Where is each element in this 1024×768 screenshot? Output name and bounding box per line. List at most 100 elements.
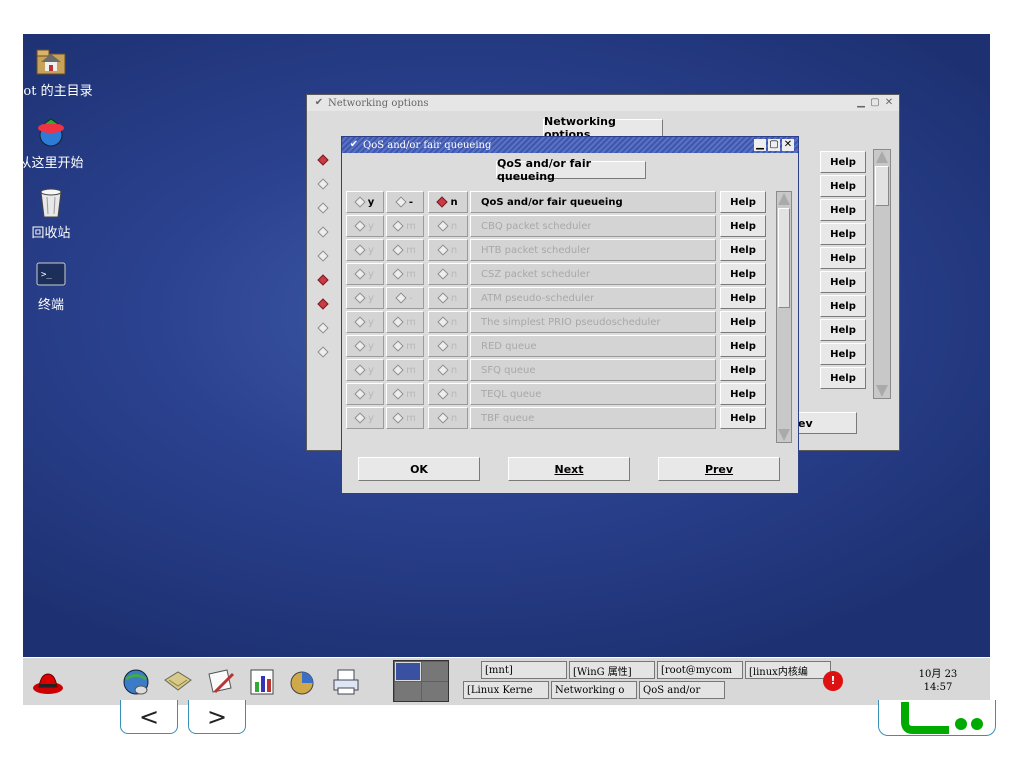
option-m-radio[interactable]: m — [386, 311, 424, 333]
scroll-up-icon[interactable] — [778, 193, 790, 205]
radio-diamond-icon[interactable] — [392, 364, 404, 376]
help-button[interactable]: Help — [820, 295, 866, 317]
vertical-scrollbar[interactable] — [873, 149, 891, 399]
minimize-icon[interactable]: ▁ — [754, 139, 766, 151]
back-nav-button[interactable]: < — [120, 700, 178, 734]
radio-diamond-icon[interactable] — [392, 220, 404, 232]
presentation-icon[interactable] — [287, 666, 321, 698]
option-y-radio[interactable]: y — [346, 263, 384, 285]
option-n-radio[interactable]: n — [428, 383, 468, 405]
radio-diamond-icon[interactable] — [354, 316, 366, 328]
help-button[interactable]: Help — [720, 311, 766, 333]
option-m-radio[interactable]: m — [386, 407, 424, 429]
title-bar[interactable]: ✔ Networking options ▁ ▢ ✕ — [307, 95, 899, 111]
redhat-menu-icon[interactable] — [31, 666, 65, 698]
radio-diamond-icon[interactable] — [354, 220, 366, 232]
prev-button-partial[interactable]: ev — [793, 412, 857, 434]
option-m-radio[interactable]: m — [386, 215, 424, 237]
desktop-icon-home[interactable]: root 的主目录 — [23, 44, 101, 99]
scroll-down-icon[interactable] — [876, 385, 888, 397]
radio-diamond-icon[interactable] — [392, 316, 404, 328]
option-n-radio[interactable]: n — [428, 335, 468, 357]
ok-button[interactable]: OK — [358, 457, 480, 481]
close-icon[interactable]: ✕ — [883, 97, 895, 109]
taskbar-task[interactable]: [mnt] — [481, 661, 567, 679]
option-y-radio[interactable]: y — [346, 311, 384, 333]
radio-diamond-icon[interactable] — [437, 220, 449, 232]
radio-off-icon[interactable] — [317, 226, 329, 238]
radio-on-icon[interactable] — [317, 154, 329, 166]
help-button[interactable]: Help — [720, 191, 766, 213]
radio-diamond-icon[interactable] — [437, 364, 449, 376]
close-icon[interactable]: ✕ — [782, 139, 794, 151]
vertical-scrollbar[interactable] — [776, 191, 792, 443]
radio-diamond-icon[interactable] — [354, 412, 366, 424]
scroll-down-icon[interactable] — [778, 429, 790, 441]
radio-diamond-icon[interactable] — [437, 244, 449, 256]
radio-diamond-icon[interactable] — [437, 388, 449, 400]
help-button[interactable]: Help — [820, 271, 866, 293]
help-button[interactable]: Help — [720, 239, 766, 261]
radio-off-icon[interactable] — [317, 250, 329, 262]
title-bar[interactable]: ✔ QoS and/or fair queueing ▁ ▢ ✕ — [342, 137, 798, 153]
spreadsheet-icon[interactable] — [245, 666, 279, 698]
web-browser-icon[interactable] — [119, 666, 153, 698]
help-button[interactable]: Help — [820, 343, 866, 365]
home-logo[interactable] — [878, 700, 996, 736]
help-button[interactable]: Help — [820, 247, 866, 269]
scroll-up-icon[interactable] — [876, 151, 888, 163]
text-editor-icon[interactable] — [203, 666, 237, 698]
radio-off-icon[interactable] — [317, 322, 329, 334]
radio-on-icon[interactable] — [317, 274, 329, 286]
help-button[interactable]: Help — [720, 359, 766, 381]
radio-off-icon[interactable] — [317, 202, 329, 214]
taskbar-task[interactable]: [Linux Kerne — [463, 681, 549, 699]
next-button[interactable]: Next — [508, 457, 630, 481]
option-m-radio[interactable]: - — [386, 191, 424, 213]
minimize-icon[interactable]: ▁ — [855, 97, 867, 109]
workspace-1[interactable] — [395, 662, 421, 681]
option-n-radio[interactable]: n — [428, 287, 468, 309]
printer-icon[interactable] — [329, 666, 363, 698]
option-y-radio[interactable]: y — [346, 287, 384, 309]
forward-nav-button[interactable]: > — [188, 700, 246, 734]
option-y-radio[interactable]: y — [346, 335, 384, 357]
radio-diamond-icon[interactable] — [354, 268, 366, 280]
option-y-radio[interactable]: y — [346, 239, 384, 261]
alert-icon[interactable]: ! — [823, 671, 843, 691]
radio-diamond-icon[interactable] — [392, 244, 404, 256]
radio-diamond-icon[interactable] — [437, 292, 449, 304]
option-m-radio[interactable]: m — [386, 359, 424, 381]
option-y-radio[interactable]: y — [346, 359, 384, 381]
radio-diamond-icon[interactable] — [354, 292, 366, 304]
taskbar-task[interactable]: QoS and/or — [639, 681, 725, 699]
help-button[interactable]: Help — [820, 199, 866, 221]
taskbar-task[interactable]: [root@mycom — [657, 661, 743, 679]
radio-on-icon[interactable] — [317, 298, 329, 310]
clock[interactable]: 10月 23 14:57 — [903, 668, 973, 694]
option-m-radio[interactable]: - — [386, 287, 424, 309]
help-button[interactable]: Help — [820, 223, 866, 245]
help-button[interactable]: Help — [820, 151, 866, 173]
option-m-radio[interactable]: m — [386, 383, 424, 405]
maximize-icon[interactable]: ▢ — [768, 139, 780, 151]
option-n-radio[interactable]: n — [428, 407, 468, 429]
help-button[interactable]: Help — [720, 335, 766, 357]
option-n-radio[interactable]: n — [428, 215, 468, 237]
help-button[interactable]: Help — [820, 319, 866, 341]
desktop-icon-terminal[interactable]: >_ 终端 — [23, 258, 101, 313]
workspace-3[interactable] — [395, 682, 421, 701]
option-n-radio[interactable]: n — [428, 359, 468, 381]
help-button[interactable]: Help — [720, 215, 766, 237]
option-n-radio[interactable]: n — [428, 239, 468, 261]
radio-diamond-icon[interactable] — [354, 196, 366, 208]
option-y-radio[interactable]: y — [346, 407, 384, 429]
option-y-radio[interactable]: y — [346, 215, 384, 237]
taskbar-task[interactable]: [WinG 属性] — [569, 661, 655, 679]
scrollbar-thumb[interactable] — [778, 208, 790, 308]
radio-diamond-icon[interactable] — [437, 412, 449, 424]
option-n-radio[interactable]: n — [428, 263, 468, 285]
option-m-radio[interactable]: m — [386, 263, 424, 285]
radio-diamond-icon[interactable] — [354, 364, 366, 376]
desktop-icon-trash[interactable]: 回收站 — [23, 186, 101, 241]
